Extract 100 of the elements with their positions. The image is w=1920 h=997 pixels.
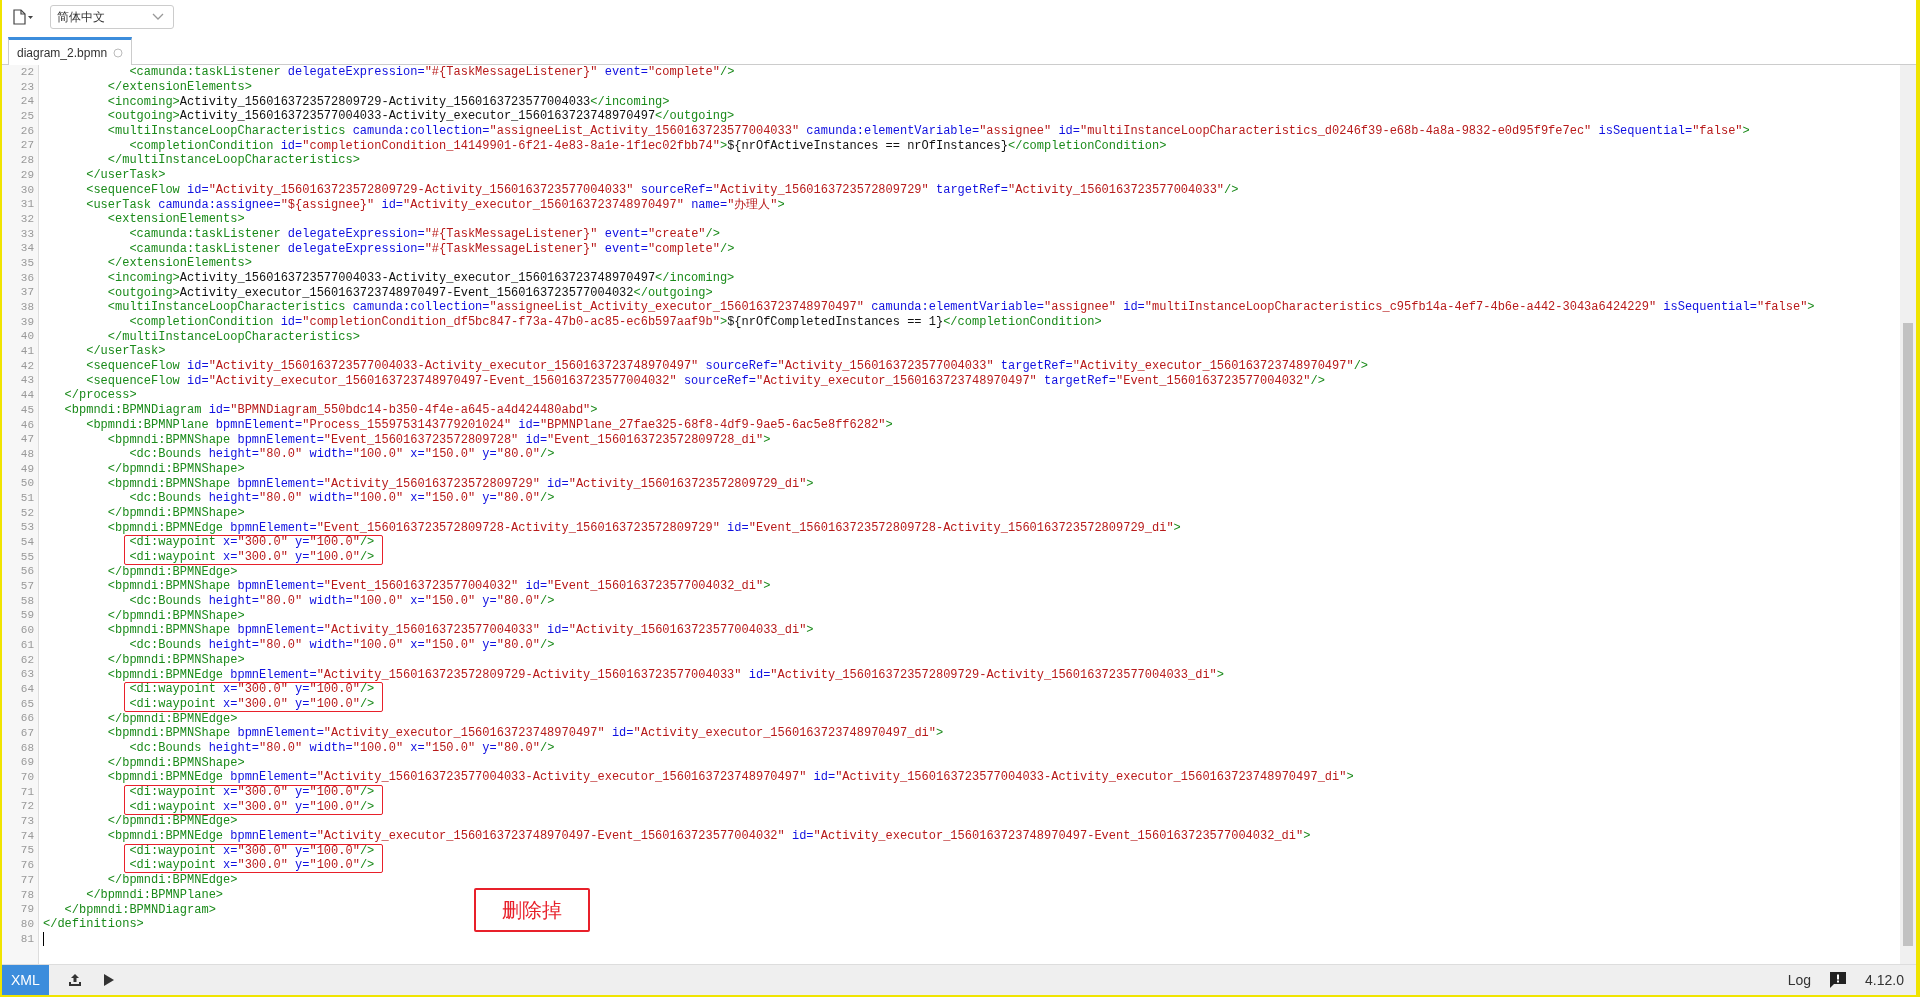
line-number: 45	[19, 402, 35, 418]
code-line: </bpmndi:BPMNDiagram>	[63, 903, 216, 916]
line-number: 52	[19, 505, 35, 521]
code-line: <di:waypoint x="300.0" y="100.0"/>	[128, 859, 375, 872]
code-line: </bpmndi:BPMNShape>	[106, 653, 245, 666]
line-number: 41	[19, 344, 35, 359]
line-number: 29	[19, 167, 35, 183]
code-line: <dc:Bounds height="80.0" width="100.0" x="150.0" y="80.0"/>	[128, 741, 555, 754]
code-line: <bpmndi:BPMNEdge bpmnElement="Activity_1560163723577004033-Activity_executor_1560163723748970497" id="Activity_1560163723577004033-Activity_executor_1560163723748970497_di">	[106, 771, 1354, 784]
line-number: 26	[19, 123, 35, 139]
line-number: 79	[19, 902, 35, 917]
code-line: <extensionElements>	[106, 213, 245, 226]
line-number: 64	[19, 681, 35, 697]
line-number: 50	[19, 476, 35, 491]
line-number: 60	[19, 623, 35, 638]
file-icon	[12, 9, 34, 25]
code-line: </bpmndi:BPMNEdge>	[106, 815, 238, 828]
line-number: 42	[19, 358, 35, 374]
log-link[interactable]: Log	[1787, 972, 1812, 988]
code-line: </userTask>	[85, 169, 166, 182]
callout-note: 删除掉	[474, 888, 590, 932]
code-line: <sequenceFlow id="Activity_executor_1560163723748970497-Event_1560163723577004032" sourceRef="Activity_executor_1560163723748970497" targetRef="Event_1560163723577004032"/>	[85, 374, 1325, 387]
line-number: 48	[19, 446, 35, 462]
line-number: 54	[19, 535, 35, 550]
code-line: <incoming>Activity_1560163723577004033-Activity_executor_1560163723748970497</incoming>	[106, 271, 735, 284]
code-line: </bpmndi:BPMNEdge>	[106, 874, 238, 887]
line-number: 25	[19, 109, 35, 124]
code-line: </bpmndi:BPMNShape>	[106, 462, 245, 475]
code-line: </bpmndi:BPMNEdge>	[106, 712, 238, 725]
line-number: 36	[19, 270, 35, 286]
circle-icon	[113, 47, 124, 58]
code-line: </bpmndi:BPMNEdge>	[106, 565, 238, 578]
code-line: <outgoing>Activity_1560163723577004033-Activity_executor_1560163723748970497</outgoing>	[106, 110, 735, 123]
line-number: 66	[19, 711, 35, 726]
line-number: 57	[19, 579, 35, 594]
line-number: 78	[19, 887, 35, 903]
line-number: 33	[19, 226, 35, 242]
line-number: 22	[19, 65, 35, 80]
code-line: <di:waypoint x="300.0" y="100.0"/>	[128, 683, 375, 696]
line-number: 80	[19, 916, 35, 932]
code-line: </bpmndi:BPMNShape>	[106, 609, 245, 622]
line-number: 51	[19, 490, 35, 506]
line-number: 30	[19, 182, 35, 198]
line-number: 65	[19, 696, 35, 712]
line-number: 24	[19, 94, 35, 110]
code-line: </process>	[63, 389, 137, 402]
line-number: 56	[19, 564, 35, 580]
line-number: 44	[19, 388, 35, 403]
line-number: 32	[19, 211, 35, 227]
code-line: </bpmndi:BPMNShape>	[106, 506, 245, 519]
line-number: 69	[19, 755, 35, 770]
version-text: 4.12.0	[1865, 972, 1905, 988]
code-line: <outgoing>Activity_executor_1560163723748970497-Event_1560163723577004032</outgoing>	[106, 286, 713, 299]
language-select[interactable]: 简体中文	[50, 5, 174, 29]
line-number: 43	[19, 373, 35, 389]
line-number: 38	[19, 300, 35, 315]
line-number: 61	[19, 637, 35, 653]
code-line: <bpmndi:BPMNEdge bpmnElement="Activity_executor_1560163723748970497-Event_1560163723577004032" id="Activity_executor_1560163723748970497-Event_1560163723577004032_di">	[106, 830, 1311, 843]
code-line: <di:waypoint x="300.0" y="100.0"/>	[128, 844, 375, 857]
line-number: 37	[19, 285, 35, 300]
code-line: <camunda:taskListener delegateExpression="#{TaskMessageListener}" event="complete"/>	[128, 66, 735, 79]
chevron-down-icon	[151, 12, 165, 22]
line-number: 49	[19, 461, 35, 477]
line-number: 72	[19, 799, 35, 815]
code-line: <userTask camunda:assignee="${assignee}" id="Activity_executor_1560163723748970497" name="办理人">	[85, 198, 785, 211]
code-line: <incoming>Activity_1560163723572809729-Activity_1560163723577004033</incoming>	[106, 95, 670, 108]
line-number: 75	[19, 843, 35, 859]
code-line: <camunda:taskListener delegateExpression="#{TaskMessageListener}" event="complete"/>	[128, 242, 735, 255]
line-number: 23	[19, 79, 35, 95]
line-number: 31	[19, 197, 35, 212]
code-line: <bpmndi:BPMNDiagram id="BPMNDiagram_550bdc14-b350-4f4e-a645-a4d424480abd">	[63, 404, 598, 417]
code-line: <di:waypoint x="300.0" y="100.0"/>	[128, 697, 375, 710]
code-line: <di:waypoint x="300.0" y="100.0"/>	[128, 536, 375, 549]
code-line: </bpmndi:BPMNPlane>	[85, 888, 224, 901]
line-number: 70	[19, 770, 35, 785]
feedback-icon[interactable]	[1829, 971, 1848, 989]
code-line: </multiInstanceLoopCharacteristics>	[106, 154, 360, 167]
line-number: 68	[19, 740, 35, 756]
file-tab[interactable]: diagram_2.bpmn	[8, 37, 133, 65]
code-line: <dc:Bounds height="80.0" width="100.0" x="150.0" y="80.0"/>	[128, 492, 555, 505]
line-number: 58	[19, 593, 35, 609]
code-line: <bpmndi:BPMNShape bpmnElement="Activity_1560163723577004033" id="Activity_1560163723577004033_di">	[106, 624, 814, 637]
line-number: 81	[19, 931, 35, 947]
code-line: <bpmndi:BPMNEdge bpmnElement="Activity_1560163723572809729-Activity_1560163723577004033" id="Activity_1560163723572809729-Activity_1560163723577004033_di">	[106, 668, 1225, 681]
code-line: <di:waypoint x="300.0" y="100.0"/>	[128, 800, 375, 813]
upload-icon[interactable]	[66, 973, 83, 987]
code-line: <di:waypoint x="300.0" y="100.0"/>	[128, 551, 375, 564]
code-line: </definitions>	[43, 918, 144, 931]
code-line: </extensionElements>	[106, 81, 252, 94]
code-line: <bpmndi:BPMNEdge bpmnElement="Event_1560163723572809728-Activity_1560163723572809729" id="Event_1560163723572809728-Activity_1560163723572809729_di">	[106, 521, 1181, 534]
line-number: 39	[19, 314, 35, 330]
line-number: 74	[19, 828, 35, 844]
line-number: 35	[19, 255, 35, 271]
line-number: 28	[19, 153, 35, 168]
line-number: 55	[19, 549, 35, 565]
line-number: 71	[19, 784, 35, 800]
line-number: 53	[19, 520, 35, 535]
code-line: <camunda:taskListener delegateExpression="#{TaskMessageListener}" event="create"/>	[128, 227, 720, 240]
line-number: 77	[19, 872, 35, 888]
code-line: <completionCondition id="completionCondition_14149901-6f21-4e83-8a1e-1f1ec02fbb74">${nrOfActiveInstances == nrOfInstances}</completionCondition>	[128, 139, 1167, 152]
